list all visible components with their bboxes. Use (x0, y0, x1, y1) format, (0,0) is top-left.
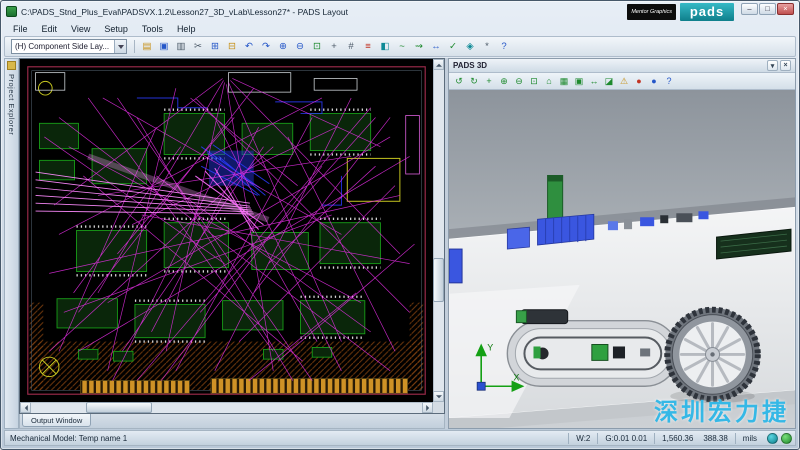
print-icon[interactable]: ▥ (173, 39, 189, 55)
cut-icon[interactable]: ✂ (190, 39, 206, 55)
copy-icon[interactable]: ⊞ (207, 39, 223, 55)
open-icon[interactable]: ▤ (139, 39, 155, 55)
pcb-3d-viewport[interactable]: Y X (449, 90, 795, 428)
pads-3d-panel: PADS 3D ▾ × ↺↻+⊕⊖⊡⌂▦▣↔◪⚠●●? (448, 58, 796, 429)
help-3d-icon[interactable]: ? (662, 74, 676, 88)
pads-3d-toolbar: ↺↻+⊕⊖⊡⌂▦▣↔◪⚠●●? (449, 73, 795, 90)
rotate-right-icon[interactable]: ↻ (467, 74, 481, 88)
rotate-left-icon[interactable]: ↺ (452, 74, 466, 88)
pads-3d-header: PADS 3D ▾ × (449, 59, 795, 73)
undo-icon[interactable]: ↶ (241, 39, 257, 55)
colors-icon[interactable]: ◧ (377, 39, 393, 55)
zoom-in-icon[interactable]: ⊕ (275, 39, 291, 55)
status-coordinates: 1,560.36 388.38 (654, 433, 735, 444)
bottom-tab-strip: Output Window (19, 414, 445, 429)
save-icon[interactable]: ▣ (156, 39, 172, 55)
drc-dot-icon[interactable]: ● (632, 74, 646, 88)
axis-y-label: Y (487, 343, 493, 353)
warning-icon[interactable]: ⚠ (617, 74, 631, 88)
status-width: W:2 (568, 433, 597, 444)
pcb-3d-canvas[interactable]: Y X (449, 90, 795, 428)
window-title: C:\PADS_Stnd_Plus_Eval\PADSVX.1.2\Lesson… (21, 7, 348, 17)
autoroute-icon[interactable]: ⇝ (411, 39, 427, 55)
statusbar: Mechanical Model: Temp name 1 W:2 G:0.01… (4, 430, 796, 446)
options-icon[interactable]: * (479, 39, 495, 55)
status-units: mils (735, 433, 764, 444)
toolbar-icons: ▤▣▥✂⊞⊟↶↷⊕⊖⊡+#≡◧~⇝↔✓◈*? (139, 39, 512, 55)
layer-combo-value: (H) Component Side Lay... (12, 42, 114, 51)
home-view-icon[interactable]: ⌂ (542, 74, 556, 88)
top-view-icon[interactable]: ▦ (557, 74, 571, 88)
maximize-button[interactable]: □ (759, 3, 776, 15)
scroll-down-icon[interactable] (433, 391, 444, 402)
scroll-left-icon[interactable] (20, 402, 31, 413)
section-icon[interactable]: ◪ (602, 74, 616, 88)
zoom-out-icon[interactable]: ⊖ (292, 39, 308, 55)
zoom-board-icon[interactable]: ⊡ (309, 39, 325, 55)
measure-icon[interactable]: ↔ (428, 39, 444, 55)
main-area: Project Explorer (4, 58, 796, 429)
minimize-button[interactable]: – (741, 3, 758, 15)
pcb-2d-view[interactable] (19, 58, 445, 414)
zoom-out-3d-icon[interactable]: ⊖ (512, 74, 526, 88)
3d-view-icon[interactable]: ◈ (462, 39, 478, 55)
toolbar-separator (134, 40, 135, 53)
menu-help[interactable]: Help (170, 23, 203, 35)
pads-logo: pads (680, 3, 734, 21)
pan-icon[interactable]: + (326, 39, 342, 55)
vertical-scrollbar[interactable] (433, 59, 444, 402)
main-toolbar: (H) Component Side Lay... ▤▣▥✂⊞⊟↶↷⊕⊖⊡+#≡… (4, 36, 796, 57)
panel-menu-icon[interactable]: ▾ (767, 60, 778, 71)
snapshot-icon[interactable]: ▣ (572, 74, 586, 88)
redo-icon[interactable]: ↷ (258, 39, 274, 55)
pcb-2d-canvas[interactable] (20, 59, 433, 402)
project-explorer-icon (7, 61, 16, 70)
design-column: Output Window (19, 58, 445, 429)
status-x: 1,560.36 (662, 433, 693, 444)
app-icon (6, 6, 17, 17)
route-icon[interactable]: ~ (394, 39, 410, 55)
output-window-tab[interactable]: Output Window (22, 414, 91, 427)
chevron-down-icon[interactable] (114, 40, 126, 53)
project-explorer-label: Project Explorer (7, 74, 16, 135)
measure-3d-icon[interactable]: ↔ (587, 74, 601, 88)
mentor-graphics-logo: Mentor Graphics (627, 4, 676, 20)
status-green-icon[interactable] (781, 433, 792, 444)
scroll-right-icon[interactable] (422, 402, 433, 413)
horizontal-scrollbar[interactable] (20, 402, 433, 413)
status-grid: G:0.01 0.01 (597, 433, 654, 444)
fit-3d-icon[interactable]: ⊡ (527, 74, 541, 88)
project-explorer-strip[interactable]: Project Explorer (4, 58, 19, 429)
layers-icon[interactable]: ≡ (360, 39, 376, 55)
help-icon[interactable]: ? (496, 39, 512, 55)
verify-icon[interactable]: ✓ (445, 39, 461, 55)
zoom-in-3d-icon[interactable]: ⊕ (497, 74, 511, 88)
pads-3d-title: PADS 3D (453, 61, 487, 70)
paste-icon[interactable]: ⊟ (224, 39, 240, 55)
menu-setup[interactable]: Setup (97, 23, 135, 35)
status-teal-icon[interactable] (767, 433, 778, 444)
window-controls: – □ × (741, 3, 794, 15)
menu-edit[interactable]: Edit (35, 23, 65, 35)
vertical-scroll-thumb[interactable] (433, 258, 444, 302)
layer-combo[interactable]: (H) Component Side Lay... (11, 39, 127, 54)
scroll-up-icon[interactable] (433, 59, 444, 70)
horizontal-scroll-thumb[interactable] (86, 402, 152, 413)
menu-tools[interactable]: Tools (135, 23, 170, 35)
menu-view[interactable]: View (64, 23, 97, 35)
pads-layout-window: C:\PADS_Stnd_Plus_Eval\PADSVX.1.2\Lesson… (0, 0, 800, 450)
pan-3d-icon[interactable]: + (482, 74, 496, 88)
titlebar: C:\PADS_Stnd_Plus_Eval\PADSVX.1.2\Lesson… (4, 1, 796, 21)
axis-x-label: X (513, 372, 519, 382)
close-button[interactable]: × (777, 3, 794, 15)
menu-file[interactable]: File (6, 23, 35, 35)
grid-icon[interactable]: # (343, 39, 359, 55)
status-model: Mechanical Model: Temp name 1 (8, 434, 568, 443)
panel-close-icon[interactable]: × (780, 60, 791, 71)
status-y: 388.38 (703, 433, 727, 444)
sphere-icon[interactable]: ● (647, 74, 661, 88)
scrollbar-corner (433, 402, 444, 413)
menubar: FileEditViewSetupToolsHelp (4, 21, 796, 36)
